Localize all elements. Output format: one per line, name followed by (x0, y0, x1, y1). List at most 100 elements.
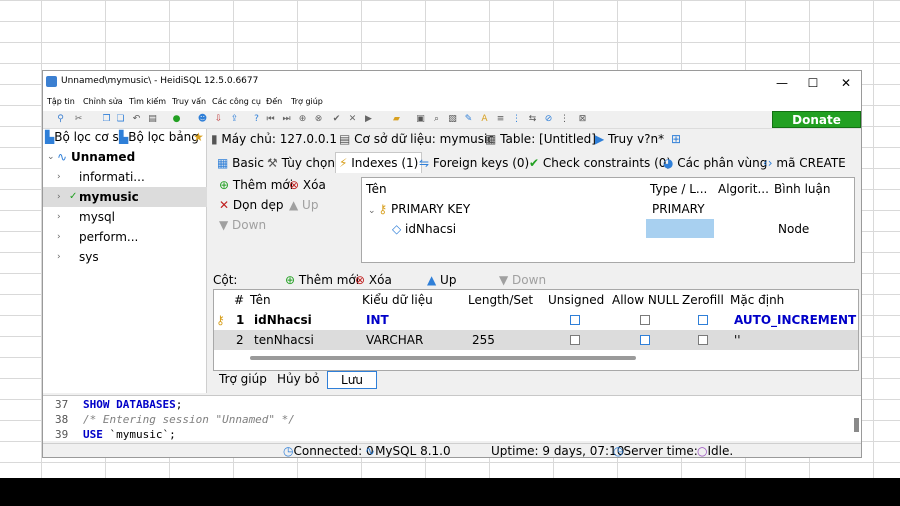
allow-null-checkbox[interactable] (640, 315, 650, 325)
allow-null-checkbox[interactable] (640, 335, 650, 345)
column-header-allow-null[interactable]: Allow NULL (612, 293, 679, 307)
menu-search[interactable]: Tìm kiếm (129, 97, 166, 106)
table-row[interactable]: ⚷ 1 idNhacsi INT AUTO_INCREMENT (214, 310, 858, 330)
format-icon[interactable]: ▧ (447, 114, 458, 125)
clear-indexes-button[interactable]: ✕ Dọn dẹp (219, 198, 284, 212)
index-grid[interactable]: Tên Type / L... Algorit... Bình luận ⌄ ⚷… (361, 177, 855, 263)
close-button[interactable]: ✕ (831, 73, 861, 93)
wrap-icon[interactable]: ⇆ (527, 114, 538, 125)
column-header-default[interactable]: Mặc định (730, 293, 784, 307)
delete-row-icon[interactable]: ⊗ (313, 114, 324, 125)
column-down-button[interactable]: ▼ Down (499, 273, 546, 287)
insert-row-icon[interactable]: ⊕ (297, 114, 308, 125)
post-icon[interactable]: ✔ (331, 114, 342, 125)
columns-grid[interactable]: # Tên Kiểu dữ liệu Length/Set Unsigned A… (213, 289, 859, 371)
options-icon[interactable]: ⋮ (559, 114, 570, 125)
tab-create-code[interactable]: ‹› mã CREATE (763, 153, 846, 173)
index-header-comment[interactable]: Bình luận (774, 182, 831, 196)
database-filter-tab[interactable]: ▙Bộ lọc cơ s (45, 130, 119, 144)
index-header-type[interactable]: Type / L... (650, 182, 707, 196)
index-header-algorithm[interactable]: Algorit... (718, 182, 769, 196)
tab-partitions[interactable]: ◕ Các phân vùng (663, 153, 767, 173)
table-row[interactable]: 2 tenNhacsi VARCHAR 255 '' (214, 330, 858, 350)
binary-icon[interactable]: ⋮ (511, 114, 522, 125)
zerofill-checkbox[interactable] (698, 315, 708, 325)
column-header-unsigned[interactable]: Unsigned (548, 293, 604, 307)
cancel-button[interactable]: Hủy bỏ (273, 371, 324, 389)
link-icon[interactable]: ⊘ (543, 114, 554, 125)
tab-indexes[interactable]: ⚡ Indexes (1) (335, 152, 423, 173)
disconnect-icon[interactable]: ✂ (73, 114, 84, 125)
help-icon[interactable]: ? (251, 114, 262, 125)
index-column-row[interactable]: ◇ idNhacsi (392, 222, 456, 236)
minimize-button[interactable]: — (767, 73, 797, 93)
tree-root-session[interactable]: ⌄ ∿ Unnamed (43, 147, 207, 167)
sql-log[interactable]: 37 SHOW DATABASES; 38 /* Entering session "… (43, 395, 861, 441)
column-header-datatype[interactable]: Kiểu dữ liệu (362, 293, 433, 307)
help-button[interactable]: Trợ giúp (215, 371, 271, 389)
tree-item-performance-schema[interactable]: › perform... (43, 227, 207, 247)
index-up-button[interactable]: ▲ Up (289, 198, 318, 212)
clear-icon[interactable]: ✎ (463, 114, 474, 125)
menu-file[interactable]: Tập tin (47, 97, 75, 106)
cancel-edit-icon[interactable]: ✕ (347, 114, 358, 125)
export-icon[interactable]: ⇪ (229, 114, 240, 125)
unsigned-checkbox[interactable] (570, 335, 580, 345)
sort-icon[interactable]: ≡ (495, 114, 506, 125)
new-query-tab-icon[interactable]: ⊞ (671, 129, 681, 149)
crumb-table[interactable]: ▦ Table: [Untitled] (485, 129, 596, 149)
column-header-length[interactable]: Length/Set (468, 293, 533, 307)
tree-item-sys[interactable]: › sys (43, 247, 207, 267)
menu-help[interactable]: Trợ giúp (291, 97, 323, 106)
tab-foreign-keys[interactable]: ⇋ Foreign keys (0) (419, 153, 529, 173)
users-icon[interactable]: ☻ (197, 114, 208, 125)
tab-check-constraints[interactable]: ✔ Check constraints (0) (529, 153, 671, 173)
column-header-name[interactable]: Tên (250, 293, 271, 307)
undo-icon[interactable]: ↶ (131, 114, 142, 125)
donate-button[interactable]: Donate (772, 111, 861, 128)
index-cell-selected[interactable] (646, 219, 714, 238)
tab-basic[interactable]: ▦ Basic (217, 153, 264, 173)
table-filter-tab[interactable]: ▙Bộ lọc bảng (119, 130, 199, 144)
tree-item-mysql[interactable]: › mysql (43, 207, 207, 227)
vertical-scrollbar[interactable] (854, 418, 859, 432)
highlight-icon[interactable]: A (479, 114, 490, 125)
crumb-host[interactable]: ▮ Máy chủ: 127.0.0.1 (211, 129, 337, 149)
delete-index-button[interactable]: ⊗ Xóa (289, 178, 326, 192)
add-column-button[interactable]: ⊕ Thêm mới (285, 273, 359, 287)
crumb-database[interactable]: ▤ Cơ sở dữ liệu: mymusic (339, 129, 494, 149)
add-index-button[interactable]: ⊕ Thêm mới (219, 178, 293, 192)
column-header-zerofill[interactable]: Zerofill (682, 293, 724, 307)
maximize-button[interactable]: ☐ (798, 73, 828, 93)
index-row-primary-key[interactable]: ⌄ ⚷ PRIMARY KEY (368, 202, 470, 216)
run-icon[interactable]: ▶ (363, 114, 374, 125)
open-folder-icon[interactable]: ▰ (391, 114, 402, 125)
menu-query[interactable]: Truy vấn (172, 97, 206, 106)
connect-icon[interactable]: ⚲ (55, 114, 66, 125)
crumb-query[interactable]: ▶ Truy v?n* (595, 129, 664, 149)
tree-item-information-schema[interactable]: › informati... (43, 167, 207, 187)
import-icon[interactable]: ⇩ (213, 114, 224, 125)
delete-column-button[interactable]: ⊗ Xóa (355, 273, 392, 287)
find-icon[interactable]: ⌕ (431, 114, 442, 125)
menu-goto[interactable]: Đến (266, 97, 282, 106)
menu-edit[interactable]: Chỉnh sửa (83, 97, 123, 106)
save-icon[interactable]: ▣ (415, 114, 426, 125)
unsigned-checkbox[interactable] (570, 315, 580, 325)
column-header-number[interactable]: # (234, 293, 244, 307)
refresh-icon[interactable]: ● (171, 114, 182, 125)
tree-item-mymusic[interactable]: › ✓ mymusic (43, 187, 207, 207)
favorite-star-icon[interactable]: ★ (193, 130, 204, 144)
index-header-name[interactable]: Tên (366, 182, 387, 196)
menu-tools[interactable]: Các công cụ (212, 97, 261, 106)
exit-icon[interactable]: ⊠ (577, 114, 588, 125)
paste-icon[interactable]: ❏ (115, 114, 126, 125)
column-up-button[interactable]: ▲ Up (427, 273, 456, 287)
print-icon[interactable]: ▤ (147, 114, 158, 125)
save-button[interactable]: Lưu (327, 371, 377, 389)
first-icon[interactable]: ⏮ (265, 114, 276, 125)
zerofill-checkbox[interactable] (698, 335, 708, 345)
last-icon[interactable]: ⏭ (281, 114, 292, 125)
tab-options[interactable]: ⚒ Tùy chọn (267, 153, 335, 173)
copy-icon[interactable]: ❐ (101, 114, 112, 125)
